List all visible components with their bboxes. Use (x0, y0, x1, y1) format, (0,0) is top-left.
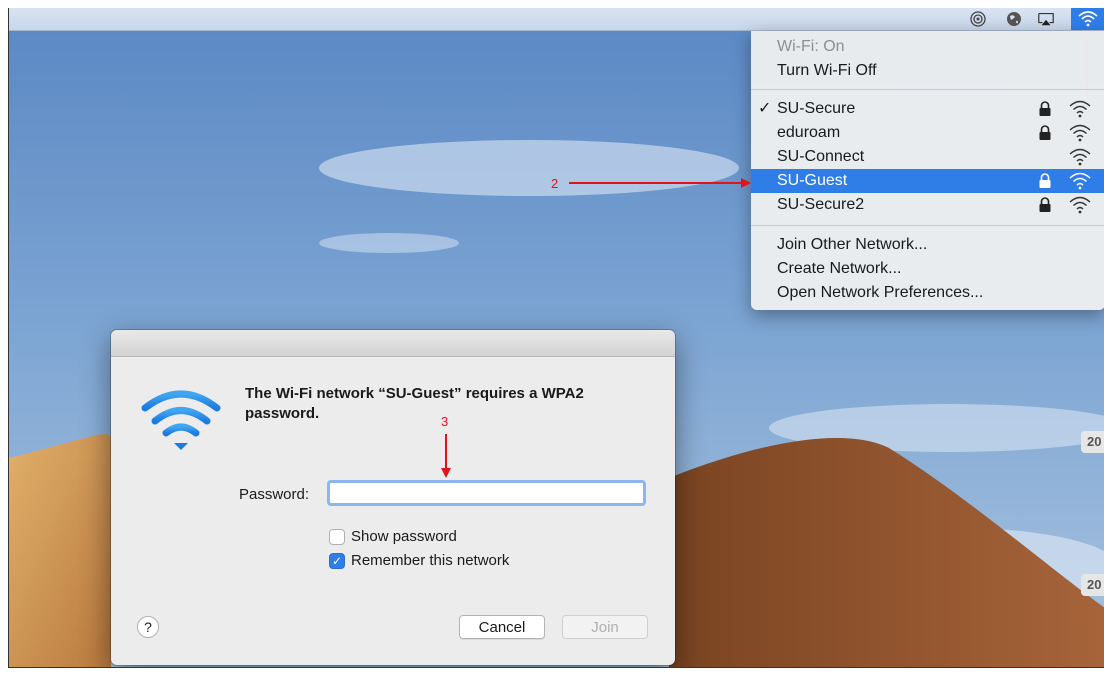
password-label: Password: (239, 486, 310, 503)
lock-icon (1039, 173, 1051, 188)
wifi-password-dialog: The Wi-Fi network “SU-Guest” requires a … (111, 330, 675, 665)
lock-icon (1039, 101, 1051, 116)
airplay-icon[interactable] (1037, 10, 1055, 28)
menu-separator (751, 225, 1104, 226)
wifi-signal-icon (1069, 172, 1091, 190)
network-item-su-guest[interactable]: SU-Guest (751, 169, 1104, 193)
show-password-row[interactable]: Show password (329, 528, 457, 545)
network-item-su-secure2[interactable]: SU-Secure2 (751, 193, 1104, 217)
wifi-menu: Wi-Fi: On Turn Wi-Fi Off ✓ SU-Secure edu… (751, 31, 1104, 310)
remember-network-label: Remember this network (351, 552, 510, 569)
help-button[interactable]: ? (137, 616, 159, 638)
dialog-titlebar (111, 330, 675, 357)
dialog-message: The Wi-Fi network “SU-Guest” requires a … (245, 385, 584, 422)
wifi-large-icon (141, 390, 221, 450)
annotation-arrow-3 (441, 434, 451, 478)
annotation-label-2: 2 (551, 176, 559, 191)
open-network-preferences-item[interactable]: Open Network Preferences... (751, 281, 1104, 305)
edge-badge: 20 (1081, 431, 1104, 453)
show-password-label: Show password (351, 528, 457, 545)
join-button[interactable]: Join (562, 615, 648, 639)
create-network-item[interactable]: Create Network... (751, 257, 1104, 281)
lock-icon (1039, 125, 1051, 140)
wifi-status: Wi-Fi: On (777, 38, 845, 55)
password-input[interactable] (327, 480, 646, 506)
network-item-su-secure[interactable]: ✓ SU-Secure (751, 97, 1104, 121)
cancel-button[interactable]: Cancel (459, 615, 545, 639)
annotation-label-3: 3 (441, 414, 449, 429)
wifi-signal-icon (1069, 148, 1091, 166)
annotation-arrow-2 (569, 178, 751, 188)
screenshot-frame: 1 Wi-Fi: On Turn Wi-Fi Off ✓ SU-Secure e… (8, 8, 1104, 668)
edge-badge: 20 (1081, 574, 1104, 596)
globe-icon[interactable] (1005, 10, 1023, 28)
menu-separator (751, 89, 1104, 90)
menu-bar (9, 8, 1104, 31)
remember-network-checkbox[interactable]: ✓ (329, 552, 345, 569)
airdrop-icon[interactable] (969, 10, 987, 28)
show-password-checkbox[interactable] (329, 528, 345, 545)
wifi-signal-icon (1069, 196, 1091, 214)
checkmark-icon: ✓ (758, 100, 772, 117)
turn-wifi-off-item[interactable]: Turn Wi-Fi Off (751, 59, 1104, 83)
remember-network-row[interactable]: ✓ Remember this network (329, 552, 509, 569)
network-item-eduroam[interactable]: eduroam (751, 121, 1104, 145)
wifi-menu-icon[interactable] (1071, 8, 1104, 30)
network-item-su-connect[interactable]: SU-Connect (751, 145, 1104, 169)
lock-icon (1039, 197, 1051, 212)
join-other-network-item[interactable]: Join Other Network... (751, 233, 1104, 257)
wifi-signal-icon (1069, 100, 1091, 118)
wifi-signal-icon (1069, 124, 1091, 142)
